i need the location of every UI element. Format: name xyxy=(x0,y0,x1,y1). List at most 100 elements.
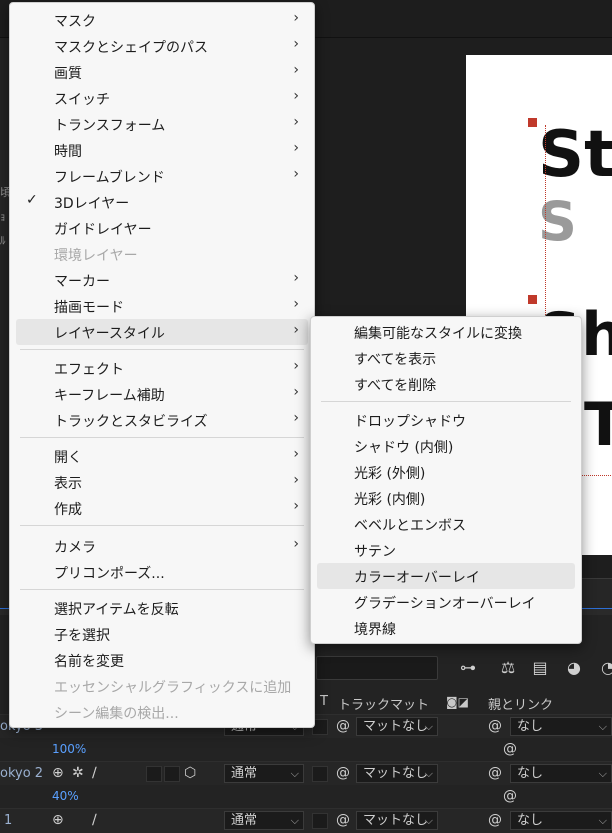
menu-item-label: キーフレーム補助 xyxy=(54,388,165,404)
blend-mode-dropdown[interactable]: 通常 ⌵ xyxy=(224,811,304,830)
shy-layer-icon[interactable]: ⊕ xyxy=(52,765,64,781)
menu-item-label: 選択アイテムを反転 xyxy=(54,602,179,618)
menu-item-mask[interactable]: マスク › xyxy=(16,7,308,33)
quality-switch-icon[interactable]: ∕ xyxy=(92,765,97,781)
menu-item-label: カメラ xyxy=(54,540,96,556)
menu-item-layer-styles[interactable]: レイヤースタイル › xyxy=(16,319,308,345)
menu-item-label: プリコンポーズ... xyxy=(54,566,165,582)
graph-editor-icon[interactable]: ◔ xyxy=(598,658,612,678)
menu-item-effect[interactable]: エフェクト › xyxy=(16,355,308,381)
menu-item-mask-shape-path[interactable]: マスクとシェイプのパス › xyxy=(16,33,308,59)
motion-blur-icon[interactable]: ◕ xyxy=(564,658,584,678)
menu-item-label: エッセンシャルグラフィックスに追加 xyxy=(54,680,292,696)
menu-item-transform[interactable]: トランスフォーム › xyxy=(16,111,308,137)
track-matte-dropdown[interactable]: マットなし ⌵ xyxy=(356,717,438,736)
checkmark-icon: ✓ xyxy=(26,192,38,208)
menu-item-add-to-essential-graphics: エッセンシャルグラフィックスに追加 xyxy=(16,673,308,699)
menu-item-guide-layer[interactable]: ガイドレイヤー xyxy=(16,215,308,241)
flowchart-icon[interactable]: ⊶ xyxy=(458,658,478,678)
chevron-right-icon: › xyxy=(293,472,299,488)
submenu-item-gradient-overlay[interactable]: グラデーションオーバーレイ xyxy=(317,589,575,615)
parent-dropdown[interactable]: なし ⌵ xyxy=(510,811,612,830)
canvas-shadow-text: S xyxy=(538,190,577,253)
menu-item-track-stabilize[interactable]: トラックとスタビライズ › xyxy=(16,407,308,433)
chevron-down-icon: ⌵ xyxy=(424,720,433,733)
parent-pickwhip-icon[interactable]: @ xyxy=(488,718,502,734)
chevron-right-icon: › xyxy=(293,36,299,52)
layer-switch-box[interactable] xyxy=(146,766,162,782)
timeline-search-input[interactable] xyxy=(316,656,438,680)
chevron-right-icon: › xyxy=(293,446,299,462)
submenu-item-drop-shadow[interactable]: ドロップシャドウ xyxy=(317,407,575,433)
parent-pickwhip-icon[interactable]: @ xyxy=(488,812,502,828)
menu-item-label: シャドウ (内側) xyxy=(354,440,454,456)
menu-item-create[interactable]: 作成 › xyxy=(16,495,308,521)
transform-handle-mid-left[interactable] xyxy=(528,295,537,304)
track-matte-dropdown[interactable]: マットなし ⌵ xyxy=(356,764,438,783)
blend-mode-dropdown[interactable]: 通常 ⌵ xyxy=(224,764,304,783)
menu-item-pre-compose[interactable]: プリコンポーズ... xyxy=(16,559,308,585)
effect-switch-icon[interactable]: ✲ xyxy=(72,765,84,781)
parent-dropdown[interactable]: なし ⌵ xyxy=(510,717,612,736)
chevron-right-icon: › xyxy=(293,62,299,78)
menu-item-reveal[interactable]: 表示 › xyxy=(16,469,308,495)
submenu-item-satin[interactable]: サテン xyxy=(317,537,575,563)
expression-spiral-icon[interactable]: @ xyxy=(503,741,517,757)
submenu-item-show-all[interactable]: すべてを表示 xyxy=(317,345,575,371)
menu-item-keyframe-assistant[interactable]: キーフレーム補助 › xyxy=(16,381,308,407)
submenu-item-outer-glow[interactable]: 光彩 (外側) xyxy=(317,459,575,485)
menu-item-invert-selection[interactable]: 選択アイテムを反転 xyxy=(16,595,308,621)
layer-switch-box[interactable] xyxy=(164,766,180,782)
menu-item-label: 描画モード xyxy=(54,300,124,316)
menu-item-open[interactable]: 開く › xyxy=(16,443,308,469)
track-matte-dropdown[interactable]: マットなし ⌵ xyxy=(356,811,438,830)
menu-item-label: シーン編集の検出... xyxy=(54,706,179,722)
menu-item-camera[interactable]: カメラ › xyxy=(16,533,308,559)
menu-divider xyxy=(20,525,304,526)
submenu-item-inner-shadow[interactable]: シャドウ (内側) xyxy=(317,433,575,459)
layer-row[interactable]: 1 ⊕ ∕ 通常 ⌵ @ マットなし ⌵ @ なし ⌵ xyxy=(0,808,612,833)
chevron-down-icon: ⌵ xyxy=(598,767,607,780)
track-matte-value: マットなし xyxy=(363,813,429,828)
submenu-item-convert-editable-styles[interactable]: 編集可能なスタイルに変換 xyxy=(317,319,575,345)
menu-item-select-children[interactable]: 子を選択 xyxy=(16,621,308,647)
expression-spiral-icon[interactable]: @ xyxy=(503,788,517,804)
column-track-matte[interactable]: トラックマット xyxy=(338,694,429,713)
menu-item-3d-layer[interactable]: ✓ 3Dレイヤー xyxy=(16,189,308,215)
parent-dropdown[interactable]: なし ⌵ xyxy=(510,764,612,783)
menu-item-rename[interactable]: 名前を変更 xyxy=(16,647,308,673)
submenu-item-inner-glow[interactable]: 光彩 (内側) xyxy=(317,485,575,511)
shy-layer-icon[interactable]: ⊕ xyxy=(52,812,64,828)
chevron-right-icon: › xyxy=(293,140,299,156)
pickwhip-icon[interactable]: @ xyxy=(336,765,350,781)
submenu-item-remove-all[interactable]: すべてを削除 xyxy=(317,371,575,397)
opacity-value[interactable]: 40% xyxy=(52,789,79,803)
matte-toggle-icon[interactable]: ◙◪ xyxy=(446,695,469,709)
frame-blend-icon[interactable]: ▤ xyxy=(530,658,550,678)
opacity-value[interactable]: 100% xyxy=(52,742,86,756)
comp-marker-icon[interactable]: ⚖ xyxy=(498,658,518,678)
panel-fragment-text: ｮ xyxy=(0,210,6,223)
transform-handle-top-left[interactable] xyxy=(528,118,537,127)
submenu-item-bevel-emboss[interactable]: ベベルとエンボス xyxy=(317,511,575,537)
layer-row[interactable]: okyo 2 ⊕ ✲ ∕ ⬡ 通常 ⌵ @ マットなし ⌵ @ なし ⌵ xyxy=(0,761,612,786)
parent-pickwhip-icon[interactable]: @ xyxy=(488,765,502,781)
track-matte-toggle[interactable] xyxy=(312,766,328,782)
submenu-item-stroke[interactable]: 境界線 xyxy=(317,615,575,641)
menu-item-markers[interactable]: マーカー › xyxy=(16,267,308,293)
menu-item-frame-blend[interactable]: フレームブレンド › xyxy=(16,163,308,189)
chevron-right-icon: › xyxy=(293,88,299,104)
3d-layer-icon[interactable]: ⬡ xyxy=(184,765,196,781)
submenu-item-color-overlay[interactable]: カラーオーバーレイ xyxy=(317,563,575,589)
menu-item-time[interactable]: 時間 › xyxy=(16,137,308,163)
menu-item-blend-mode[interactable]: 描画モード › xyxy=(16,293,308,319)
menu-item-quality[interactable]: 画質 › xyxy=(16,59,308,85)
pickwhip-icon[interactable]: @ xyxy=(336,718,350,734)
chevron-right-icon: › xyxy=(293,536,299,552)
pickwhip-icon[interactable]: @ xyxy=(336,812,350,828)
track-matte-toggle[interactable] xyxy=(312,813,328,829)
column-parent-link[interactable]: 親とリンク xyxy=(488,694,553,713)
quality-switch-icon[interactable]: ∕ xyxy=(92,812,97,828)
menu-item-switches[interactable]: スイッチ › xyxy=(16,85,308,111)
menu-item-label: マーカー xyxy=(54,274,110,290)
